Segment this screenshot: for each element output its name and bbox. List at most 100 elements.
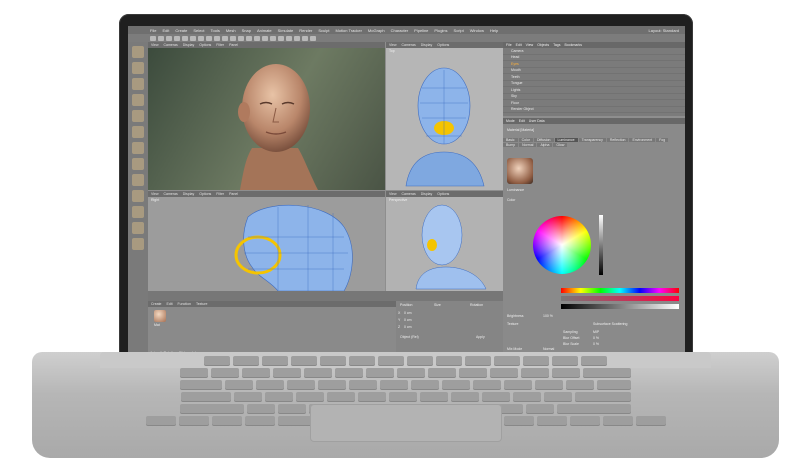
tab-bump[interactable]: Bump xyxy=(503,143,519,147)
vp-menu-view[interactable]: View xyxy=(151,192,159,196)
key[interactable] xyxy=(428,368,456,377)
tab-transparency[interactable]: Transparency xyxy=(578,138,606,142)
cube-icon[interactable] xyxy=(254,35,260,41)
sculpt-icon[interactable] xyxy=(132,222,144,234)
key[interactable] xyxy=(535,380,563,389)
menu-motion-tracker[interactable]: Motion Tracker xyxy=(335,28,361,33)
vp-menu-display[interactable]: Display xyxy=(183,192,194,196)
alt-key[interactable] xyxy=(244,416,275,425)
key[interactable] xyxy=(459,368,487,377)
menu-snap[interactable]: Snap xyxy=(242,28,251,33)
menu-render[interactable]: Render xyxy=(299,28,312,33)
move-icon[interactable] xyxy=(174,35,180,41)
light-icon[interactable] xyxy=(310,35,316,41)
axis-x-icon[interactable] xyxy=(198,35,204,41)
coord-z-field[interactable]: 0 cm xyxy=(404,325,412,329)
key[interactable] xyxy=(504,380,532,389)
key[interactable] xyxy=(349,380,377,389)
render-picture-icon[interactable] xyxy=(238,35,244,41)
menu-plugins[interactable]: Plugins xyxy=(434,28,447,33)
key[interactable] xyxy=(256,380,284,389)
select-icon[interactable] xyxy=(166,35,172,41)
menu-sculpt[interactable]: Sculpt xyxy=(318,28,329,33)
key[interactable] xyxy=(380,380,408,389)
render-settings-icon[interactable] xyxy=(246,35,252,41)
menu-mograph[interactable]: MoGraph xyxy=(368,28,385,33)
mix-mode-dropdown[interactable]: Normal xyxy=(543,347,554,351)
material-swatch[interactable] xyxy=(154,310,166,322)
key[interactable] xyxy=(233,392,262,401)
blur-scale-field[interactable]: 0 % xyxy=(593,342,599,346)
vp-menu-panel[interactable]: Panel xyxy=(229,192,238,196)
workplane-icon[interactable] xyxy=(132,78,144,90)
array-icon[interactable] xyxy=(278,35,284,41)
tab-environment[interactable]: Environment xyxy=(629,138,656,142)
vp-menu-cameras[interactable]: Cameras xyxy=(402,43,416,47)
tab-key[interactable] xyxy=(180,380,222,389)
key[interactable] xyxy=(326,392,355,401)
coord-apply-button[interactable]: Apply xyxy=(476,335,485,339)
om-menu-tags[interactable]: Tags xyxy=(553,43,560,47)
key[interactable] xyxy=(490,368,518,377)
paint-icon[interactable] xyxy=(132,238,144,250)
edges-mode-icon[interactable] xyxy=(132,110,144,122)
tab-basic[interactable]: Basic xyxy=(503,138,518,142)
mat-menu-edit[interactable]: Edit xyxy=(167,302,173,306)
object-row[interactable]: Render Object xyxy=(503,107,685,113)
mat-menu-function[interactable]: Function xyxy=(178,302,191,306)
key[interactable] xyxy=(247,404,275,413)
key[interactable] xyxy=(521,368,549,377)
vp-menu-view[interactable]: View xyxy=(389,43,397,47)
key[interactable] xyxy=(211,368,239,377)
menu-character[interactable]: Character xyxy=(391,28,409,33)
windows-key[interactable] xyxy=(211,416,242,425)
key[interactable] xyxy=(335,368,363,377)
key[interactable] xyxy=(566,380,594,389)
tab-diffusion[interactable]: Diffusion xyxy=(533,138,554,142)
subdivision-icon[interactable] xyxy=(270,35,276,41)
key[interactable] xyxy=(581,356,607,365)
key[interactable] xyxy=(233,356,259,365)
vp-menu-options[interactable]: Options xyxy=(437,192,449,196)
timeline[interactable] xyxy=(148,291,503,301)
om-menu-objects[interactable]: Objects xyxy=(537,43,549,47)
om-menu-file[interactable]: File xyxy=(506,43,512,47)
key[interactable] xyxy=(494,356,520,365)
am-menu-user-data[interactable]: User Data xyxy=(529,119,545,123)
undo-icon[interactable] xyxy=(150,35,156,41)
key[interactable] xyxy=(366,368,394,377)
fn-key[interactable] xyxy=(178,416,209,425)
key[interactable] xyxy=(287,380,315,389)
om-menu-bookmarks[interactable]: Bookmarks xyxy=(564,43,582,47)
layout-selector[interactable]: Layout: Standard xyxy=(649,28,679,33)
solo-icon[interactable] xyxy=(132,206,144,218)
sampling-dropdown[interactable]: MIP xyxy=(593,330,599,334)
tab-color[interactable]: Color xyxy=(518,138,533,142)
viewport-perspective[interactable]: View Cameras Display Options Filter Pane… xyxy=(148,42,385,190)
tab-luminance[interactable]: Luminance xyxy=(554,138,578,142)
key[interactable] xyxy=(411,380,439,389)
brightness-slider[interactable] xyxy=(599,215,603,275)
key[interactable] xyxy=(180,368,208,377)
ctrl-key[interactable] xyxy=(536,416,567,425)
arrow-right-key[interactable] xyxy=(635,416,666,425)
rotate-icon[interactable] xyxy=(190,35,196,41)
key[interactable] xyxy=(436,356,462,365)
tab-glow[interactable]: Glow xyxy=(553,143,568,147)
key[interactable] xyxy=(264,392,293,401)
tab-normal[interactable]: Normal xyxy=(519,143,537,147)
right-shift-key[interactable] xyxy=(557,404,631,413)
caps-lock-key[interactable] xyxy=(180,392,231,401)
key[interactable] xyxy=(320,356,346,365)
coord-x-field[interactable]: 0 cm xyxy=(404,311,412,315)
viewport-right[interactable]: View Cameras Display Options Filter Pane… xyxy=(148,191,385,291)
key[interactable] xyxy=(318,380,346,389)
arrow-up-down-key[interactable] xyxy=(602,416,633,425)
ctrl-key[interactable] xyxy=(145,416,176,425)
vp-menu-display[interactable]: Display xyxy=(421,43,432,47)
tab-fog[interactable]: Fog xyxy=(656,138,669,142)
coord-mode-dropdown[interactable]: Object (Rel) xyxy=(400,335,419,339)
saturation-slider[interactable] xyxy=(561,296,679,301)
am-menu-edit[interactable]: Edit xyxy=(519,119,525,123)
hue-slider[interactable] xyxy=(561,288,679,293)
